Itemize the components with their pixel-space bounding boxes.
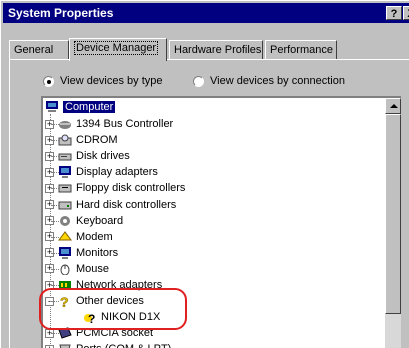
highlight-annotation xyxy=(39,288,187,330)
disk-drive-icon xyxy=(58,150,72,162)
tree-root-computer[interactable]: Computer xyxy=(45,99,116,115)
tab-hardware-profiles[interactable]: Hardware Profiles xyxy=(169,40,263,60)
modem-icon xyxy=(58,230,72,243)
tree-item-label: Disk drives xyxy=(76,150,130,163)
tree-branch-line xyxy=(51,156,59,158)
radio-off-icon xyxy=(193,75,204,87)
close-button[interactable]: X xyxy=(403,6,409,20)
tree-item-label: Keyboard xyxy=(76,214,124,227)
title-bar[interactable]: System Properties ? X xyxy=(3,3,409,23)
mouse-icon xyxy=(58,263,72,276)
vertical-scrollbar[interactable] xyxy=(385,98,401,348)
hard-disk-controller-icon xyxy=(58,199,72,211)
tree-item-label: Modem xyxy=(76,230,113,243)
radio-on-icon xyxy=(43,75,54,87)
tree-branch-line xyxy=(51,172,59,174)
floppy-controller-icon xyxy=(58,182,72,194)
tab-performance[interactable]: Performance xyxy=(265,40,337,60)
tree-root-label: Computer xyxy=(63,101,116,113)
tree-item-label: Display adapters xyxy=(76,166,158,179)
tree-branch-line xyxy=(51,236,59,239)
tree-branch-line xyxy=(51,268,59,271)
tree-branch-line xyxy=(51,252,59,255)
tree-item-label: CDROM xyxy=(76,134,118,147)
tree-branch-line xyxy=(51,188,59,190)
view-by-type-radio[interactable]: View devices by type xyxy=(43,75,163,87)
tab-general[interactable]: General xyxy=(9,40,69,60)
computer-icon xyxy=(45,101,59,113)
window-title: System Properties xyxy=(8,6,114,20)
tree-branch-line xyxy=(51,140,59,142)
tree-branch-line xyxy=(51,285,59,287)
view-by-connection-label: View devices by connection xyxy=(210,75,345,87)
view-by-type-label: View devices by type xyxy=(60,75,163,87)
tree-category-item[interactable]: +1394 Bus Controller xyxy=(45,116,173,132)
cdrom-icon xyxy=(58,134,72,146)
view-by-connection-radio[interactable]: View devices by connection xyxy=(193,75,345,87)
scroll-up-button[interactable] xyxy=(385,98,401,114)
monitor-icon xyxy=(58,246,72,259)
tree-category-item[interactable]: + Display adapters xyxy=(45,164,158,180)
system-properties-window: System Properties ? X General Device Man… xyxy=(0,0,409,348)
tree-item-label: Mouse xyxy=(76,262,110,275)
help-button[interactable]: ? xyxy=(386,6,402,20)
scroll-thumb[interactable] xyxy=(385,114,401,314)
tree-item-label: Hard disk controllers xyxy=(76,198,177,211)
tree-category-item[interactable]: + Hard disk controllers xyxy=(45,197,176,213)
bus-controller-icon xyxy=(58,118,72,130)
tree-category-item[interactable]: +Ports (COM & LPT) xyxy=(45,341,171,348)
tree-category-item[interactable]: + Floppy disk controllers xyxy=(45,180,185,196)
tree-item-label: 1394 Bus Controller xyxy=(76,118,174,130)
tree-branch-line xyxy=(51,124,59,126)
tree-branch-line xyxy=(51,204,59,207)
tree-item-label: Monitors xyxy=(76,246,119,259)
tree-branch-line xyxy=(51,220,59,223)
tree-item-label: Ports (COM & LPT) xyxy=(76,343,171,348)
keyboard-icon xyxy=(58,215,72,227)
tree-branch-line xyxy=(51,333,59,335)
tab-device-manager[interactable]: Device Manager xyxy=(69,38,167,61)
tree-item-label: Floppy disk controllers xyxy=(76,182,186,195)
display-adapter-icon xyxy=(58,166,72,179)
port-icon xyxy=(58,343,72,348)
